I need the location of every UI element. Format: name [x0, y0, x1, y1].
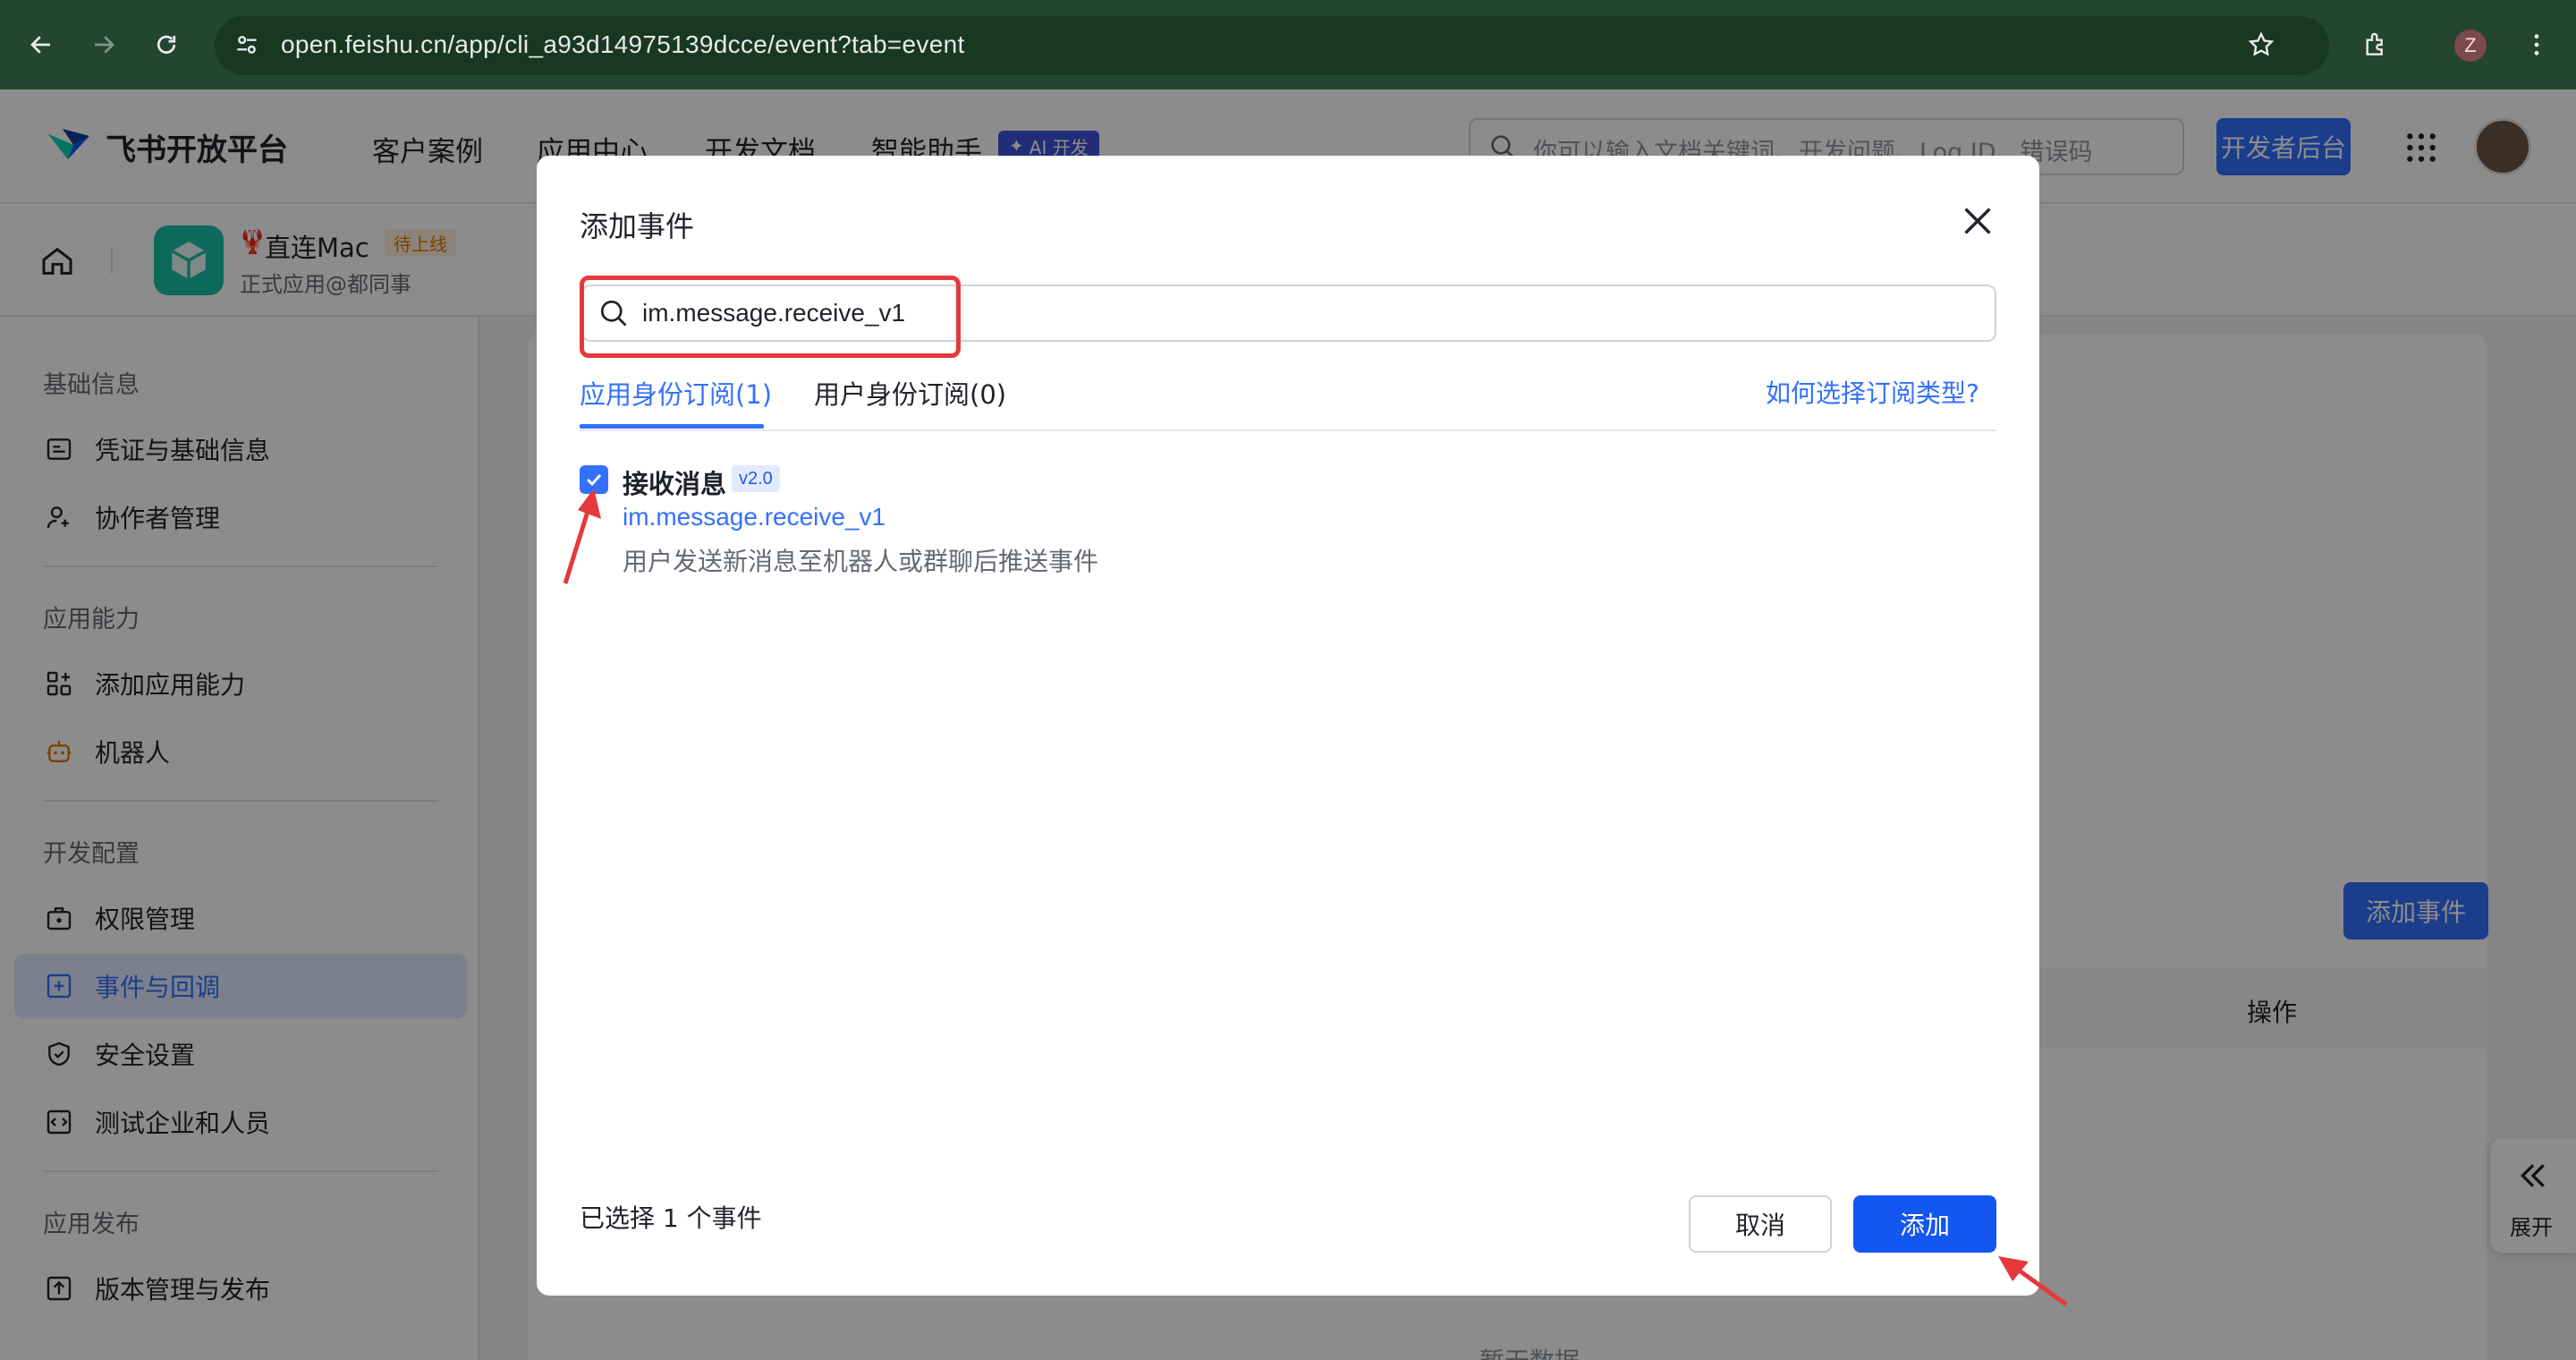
cancel-button[interactable]: 取消 [1689, 1195, 1832, 1253]
annotation-highlight-box [580, 276, 961, 358]
event-key-link[interactable]: im.message.receive_v1 [623, 503, 886, 531]
site-info-icon[interactable] [233, 30, 261, 59]
selected-count: 已选择 1 个事件 [580, 1203, 762, 1233]
event-description: 用户发送新消息至机器人或群聊后推送事件 [623, 547, 1099, 576]
modal-title: 添加事件 [580, 209, 695, 243]
browser-profile-avatar[interactable]: Z [2454, 30, 2487, 62]
confirm-add-button[interactable]: 添加 [1853, 1195, 1996, 1253]
tabs-baseline [580, 429, 1996, 431]
annotation-arrow-icon [1998, 1256, 2068, 1307]
reload-icon[interactable] [145, 23, 188, 66]
back-icon[interactable] [20, 23, 63, 66]
bookmark-star-icon[interactable] [2247, 30, 2275, 59]
active-tab-indicator [580, 424, 764, 429]
tab-app-subscription[interactable]: 应用身份订阅(1) [580, 374, 772, 412]
annotation-arrow-icon [563, 489, 601, 584]
forward-icon[interactable] [82, 23, 125, 66]
browser-menu-icon[interactable] [2515, 23, 2558, 66]
address-bar[interactable]: open.feishu.cn/app/cli_a93d14975139dcce/… [215, 16, 2329, 75]
event-version-badge: v2.0 [732, 465, 780, 492]
event-name: 接收消息 [623, 469, 727, 499]
tab-user-subscription[interactable]: 用户身份订阅(0) [814, 374, 1006, 412]
url-text: open.feishu.cn/app/cli_a93d14975139dcce/… [281, 30, 965, 58]
extensions-icon[interactable] [2354, 23, 2397, 66]
subscription-help-link[interactable]: 如何选择订阅类型? [1766, 374, 1979, 410]
close-icon[interactable] [1957, 200, 1998, 242]
